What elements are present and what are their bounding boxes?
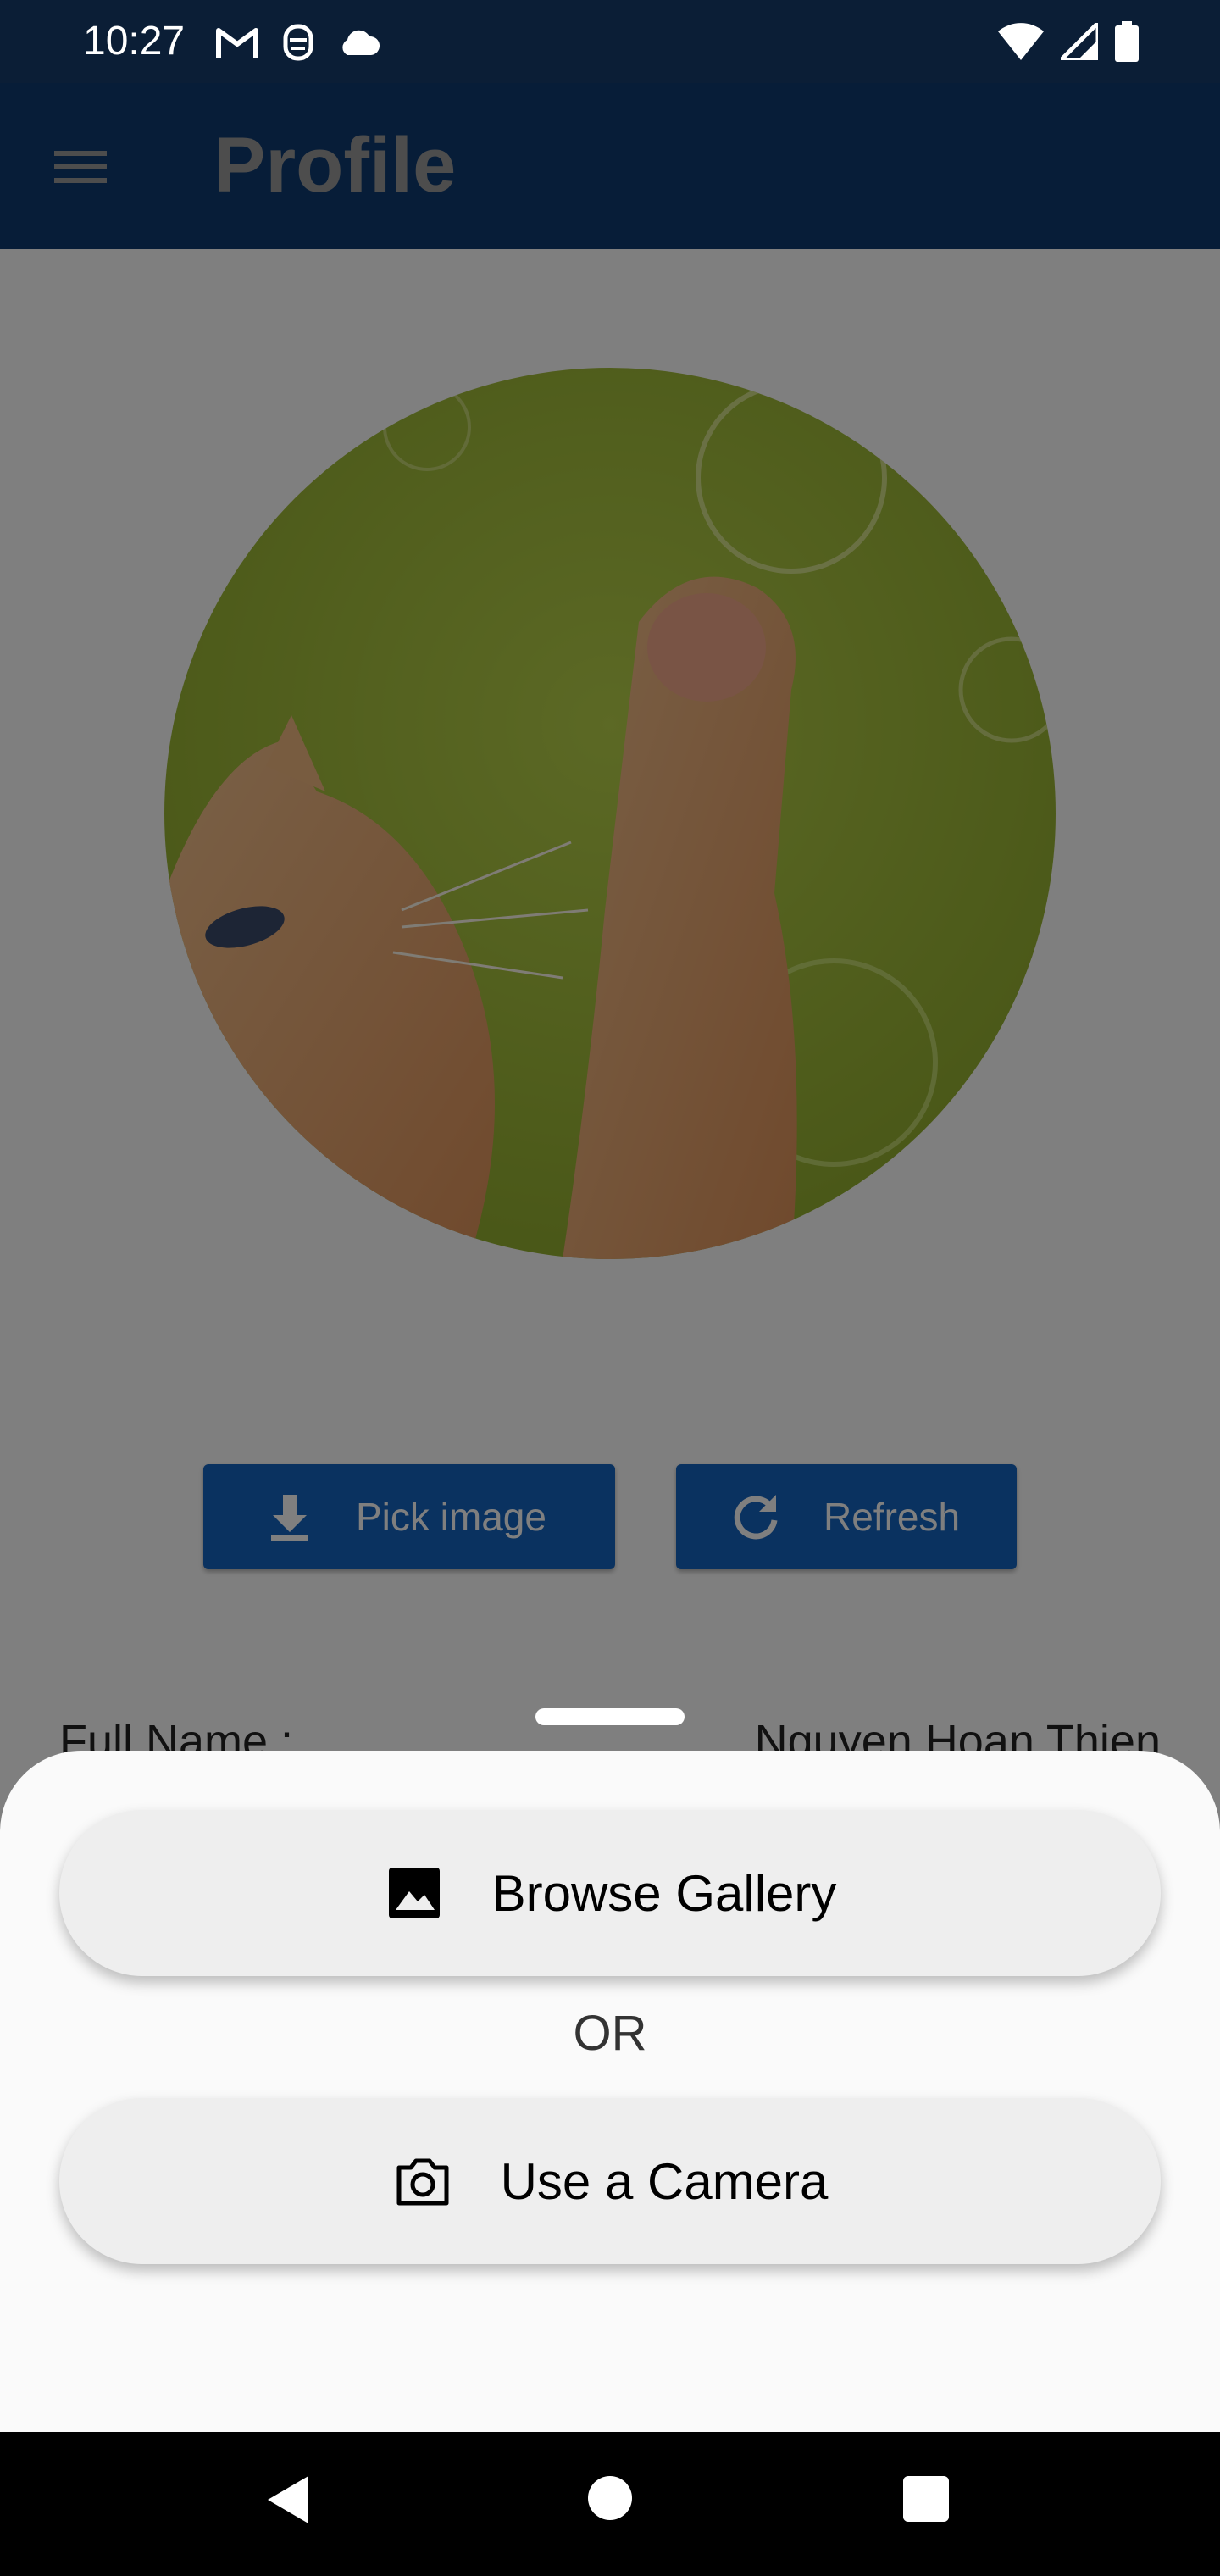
status-notification-icons	[215, 20, 381, 64]
home-icon[interactable]	[588, 2476, 632, 2520]
image-icon	[388, 1868, 440, 1918]
cloud-icon	[342, 30, 380, 55]
or-separator: OR	[573, 2006, 647, 2061]
browse-gallery-button[interactable]: Browse Gallery	[59, 1810, 1161, 1976]
use-camera-button[interactable]: Use a Camera	[59, 2098, 1161, 2264]
wifi-icon	[998, 23, 1044, 60]
system-navigation-bar	[0, 2432, 1220, 2576]
status-time: 10:27	[83, 19, 186, 64]
use-camera-label: Use a Camera	[500, 2152, 829, 2210]
back-icon[interactable]	[264, 2473, 312, 2527]
face-icon	[283, 24, 313, 61]
browse-gallery-label: Browse Gallery	[491, 1864, 837, 1922]
status-system-icons	[998, 19, 1139, 64]
image-source-bottom-sheet: Browse Gallery OR Use a Camera	[0, 1751, 1220, 2432]
signal-icon	[1061, 23, 1098, 60]
camera-icon	[396, 2158, 449, 2206]
gmail-icon	[216, 28, 258, 58]
recents-icon[interactable]	[903, 2476, 949, 2522]
battery-icon	[1115, 21, 1139, 62]
status-bar: 10:27	[0, 0, 1220, 83]
sheet-drag-handle[interactable]	[535, 1708, 685, 1725]
